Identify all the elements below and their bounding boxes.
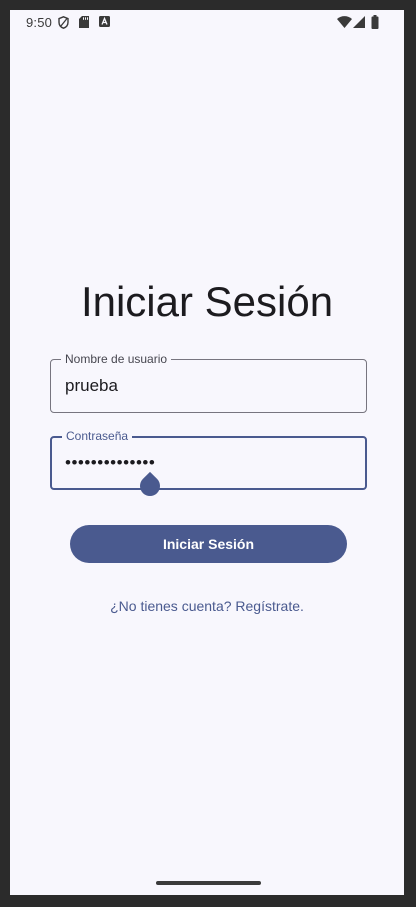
sd-card-icon [79, 16, 89, 28]
signal-icon [353, 16, 365, 28]
register-link[interactable]: ¿No tienes cuenta? Regístrate. [10, 598, 404, 614]
wifi-icon [337, 16, 352, 28]
gesture-nav-handle[interactable] [156, 881, 261, 885]
password-label: Contraseña [62, 428, 133, 444]
login-button[interactable]: Iniciar Sesión [70, 525, 347, 563]
password-input-value[interactable]: •••••••••••••• [65, 452, 155, 474]
status-time: 9:50 [26, 15, 53, 30]
username-input-value[interactable]: prueba [65, 375, 118, 397]
username-field[interactable]: Nombre de usuario prueba [50, 351, 367, 413]
battery-icon [371, 15, 379, 29]
a-badge-icon [99, 16, 110, 27]
username-label: Nombre de usuario [61, 351, 172, 367]
password-field[interactable]: Contraseña •••••••••••••• [50, 428, 367, 490]
page-title: Iniciar Sesión [80, 278, 334, 325]
shield-icon [58, 16, 69, 29]
app-screen: 9:50 Iniciar Sesión Nombre de usuario pr… [10, 10, 404, 895]
status-bar: 9:50 [10, 10, 404, 36]
device-frame: 9:50 Iniciar Sesión Nombre de usuario pr… [0, 0, 416, 907]
